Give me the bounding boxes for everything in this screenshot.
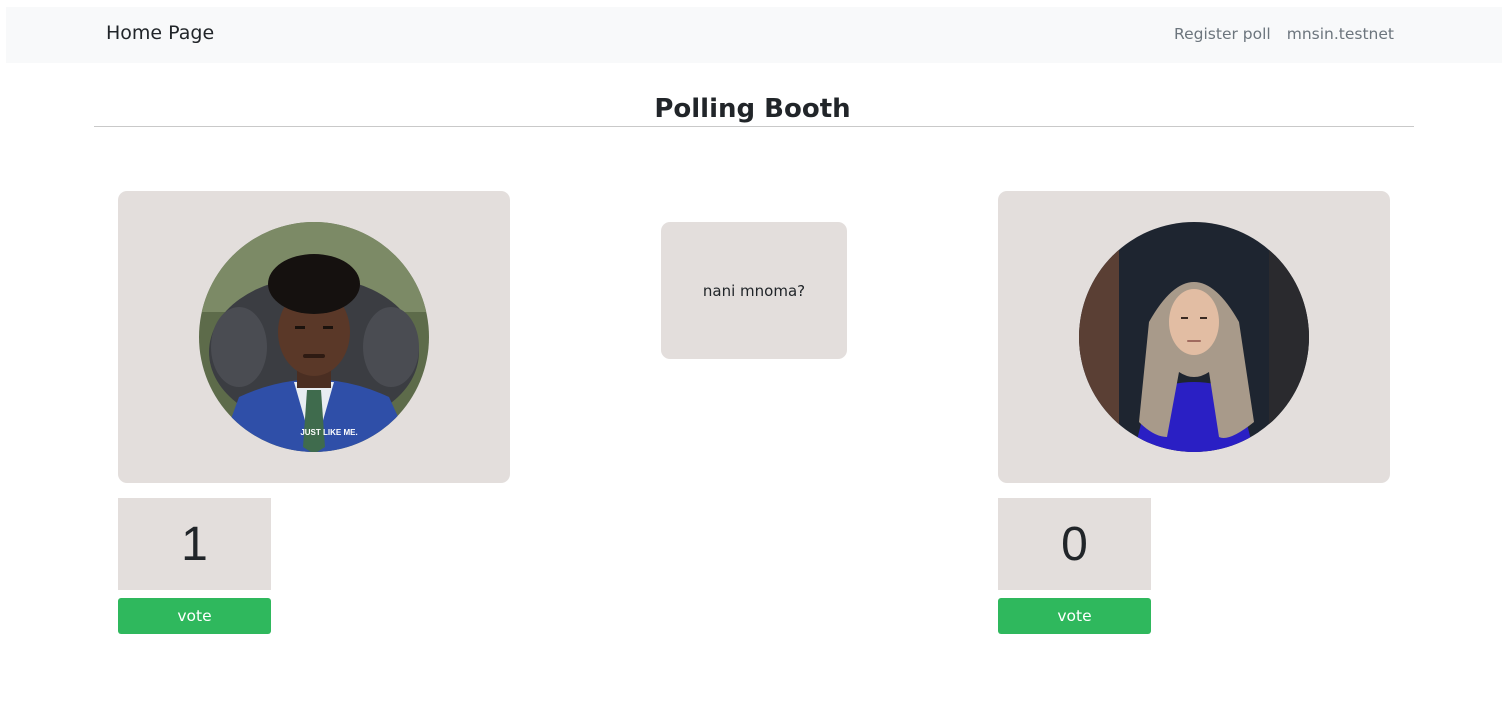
candidate-card-2: [998, 191, 1390, 483]
home-page-link[interactable]: Home Page: [106, 22, 214, 44]
nav-links: Register poll mnsin.testnet: [1174, 25, 1394, 43]
vote-button-1[interactable]: vote: [118, 598, 271, 634]
candidate-photo-1: JUST LIKE ME.: [199, 222, 429, 452]
candidate-card-1: JUST LIKE ME.: [118, 191, 510, 483]
account-link[interactable]: mnsin.testnet: [1287, 25, 1394, 43]
title-divider: [94, 126, 1414, 127]
navbar: Home Page Register poll mnsin.testnet: [6, 7, 1502, 63]
candidate-2-portrait-icon: [1079, 222, 1309, 452]
vote-count-1: 1: [118, 498, 271, 590]
poll-question-card: nani mnoma?: [661, 222, 847, 359]
vote-button-2[interactable]: vote: [998, 598, 1151, 634]
register-poll-link[interactable]: Register poll: [1174, 25, 1271, 43]
vote-count-2: 0: [998, 498, 1151, 590]
photo-caption: JUST LIKE ME.: [300, 428, 357, 437]
page-title: Polling Booth: [654, 94, 851, 124]
candidate-photo-2: [1079, 222, 1309, 452]
candidate-1-portrait-icon: JUST LIKE ME.: [199, 222, 429, 452]
poll-question: nani mnoma?: [702, 281, 806, 300]
